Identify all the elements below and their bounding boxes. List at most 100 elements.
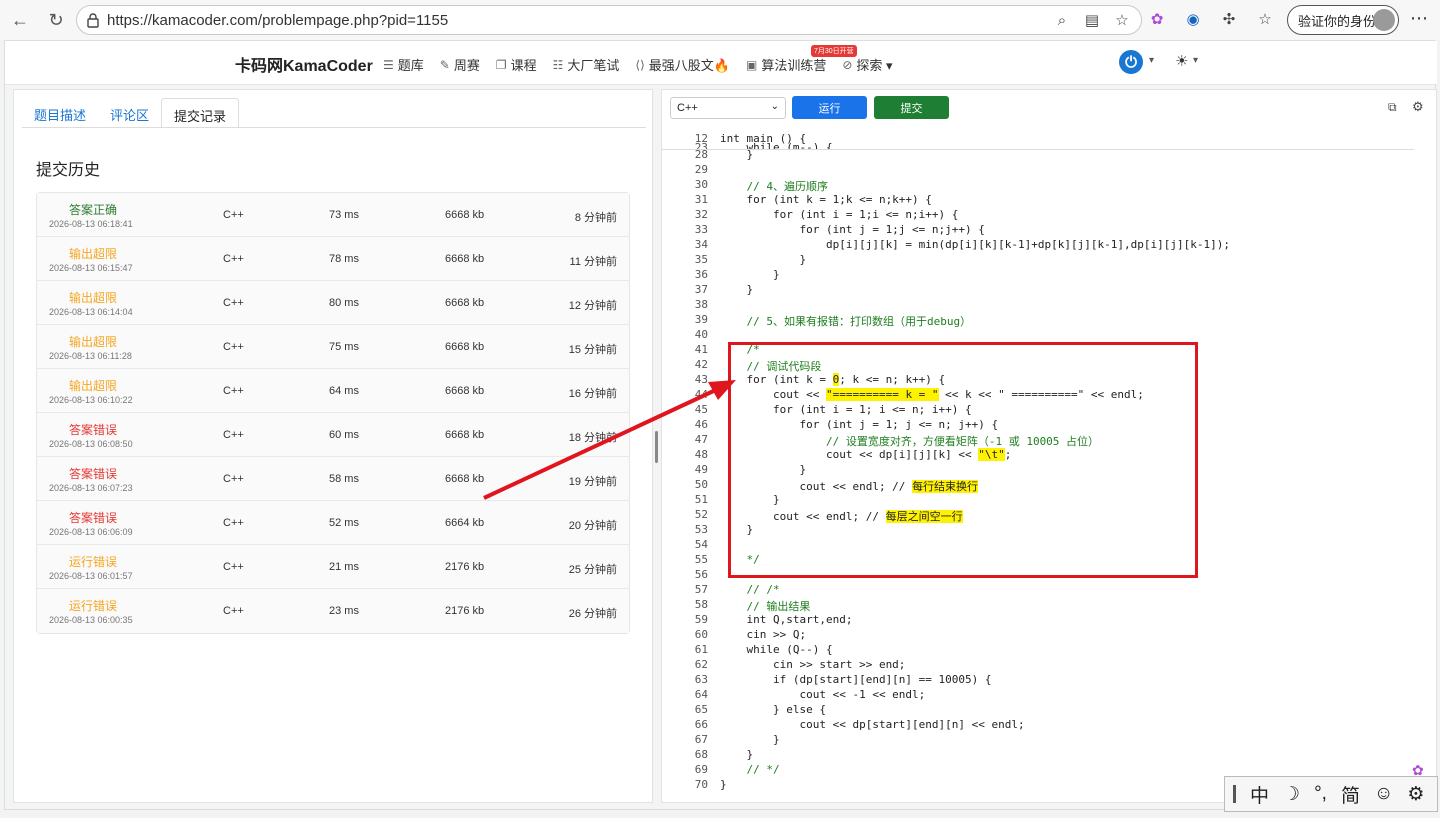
- browser-toolbar: ← ↻ https://kamacoder.com/problempage.ph…: [0, 0, 1440, 40]
- code-line[interactable]: dp[i][j][k] = min(dp[i][k][k-1]+dp[k][j]…: [720, 238, 1230, 251]
- settings-gear-icon[interactable]: ⚙: [1412, 99, 1424, 115]
- reader-icon[interactable]: ▤: [1083, 10, 1101, 30]
- status-badge[interactable]: 输出超限: [69, 289, 117, 306]
- code-line[interactable]: }: [720, 268, 780, 281]
- run-button[interactable]: 运行: [792, 96, 867, 119]
- annotation-box: [728, 342, 1198, 578]
- code-line[interactable]: int Q,start,end;: [720, 613, 852, 626]
- menu-item-explore[interactable]: ⊘ 探索 ▾: [842, 55, 892, 74]
- power-icon[interactable]: ⏻: [1119, 50, 1143, 74]
- zoom-icon[interactable]: ⌕: [1053, 10, 1071, 30]
- site-header: 卡码网KamaCoder ☰ 题库 ✎ 周赛 ❐ 课程 ☷ 大厂笔试 ⟨⟩ 最强八股文🔥 …: [5, 41, 1437, 85]
- code-line[interactable]: }: [720, 253, 806, 266]
- code-line[interactable]: while (Q--) {: [720, 643, 832, 656]
- menu-item-exams[interactable]: ☷ 大厂笔试: [553, 55, 620, 74]
- table-row[interactable]: 输出超限 2026-08-13 06:15:47 C++ 78 ms 6668 kb 11…: [37, 237, 629, 281]
- code-line[interactable]: // 4、遍历顺序: [720, 178, 828, 194]
- ime-handle[interactable]: [1233, 785, 1236, 803]
- table-row[interactable]: 答案错误 2026-08-13 06:07:23 C++ 58 ms 6668 kb 19…: [37, 457, 629, 501]
- code-line[interactable]: } else {: [720, 703, 826, 716]
- menu-item-courses[interactable]: ❐ 课程: [496, 55, 537, 74]
- code-line[interactable]: }: [720, 778, 727, 791]
- chevron-down-icon[interactable]: ▾: [1149, 55, 1154, 66]
- line-number: 48: [694, 448, 708, 461]
- table-row[interactable]: 输出超限 2026-08-13 06:14:04 C++ 80 ms 6668 kb 12…: [37, 281, 629, 325]
- ime-simplified[interactable]: 简: [1341, 781, 1360, 808]
- submit-time: 2026-08-13 06:18:41: [49, 219, 133, 229]
- theme-sun-icon[interactable]: ☀: [1175, 52, 1188, 70]
- submit-ago: 8 分钟前: [574, 212, 617, 224]
- table-row[interactable]: 输出超限 2026-08-13 06:11:28 C++ 75 ms 6668 kb 15…: [37, 325, 629, 369]
- ime-punctuation[interactable]: °,: [1314, 783, 1327, 805]
- status-badge[interactable]: 输出超限: [69, 377, 117, 394]
- submit-button[interactable]: 提交: [874, 96, 949, 119]
- status-badge[interactable]: 答案错误: [69, 509, 117, 526]
- code-line[interactable]: cout << dp[start][end][n] << endl;: [720, 718, 1024, 731]
- status-badge[interactable]: 运行错误: [69, 597, 117, 614]
- brain-extension-icon[interactable]: ✿: [1146, 7, 1168, 31]
- menu-item-interview[interactable]: ⟨⟩ 最强八股文🔥: [635, 55, 730, 74]
- panel-resize-handle[interactable]: [655, 431, 658, 463]
- line-number: 50: [694, 478, 708, 491]
- status-badge[interactable]: 输出超限: [69, 245, 117, 262]
- blue-extension-icon[interactable]: ◉: [1182, 7, 1204, 31]
- code-line[interactable]: }: [720, 748, 753, 761]
- tab-submissions[interactable]: 提交记录: [161, 98, 240, 128]
- ime-emoji-icon[interactable]: ☺: [1374, 783, 1393, 805]
- ime-settings-icon[interactable]: ⚙: [1407, 783, 1424, 806]
- table-row[interactable]: 答案错误 2026-08-13 06:08:50 C++ 60 ms 6668 kb 18…: [37, 413, 629, 457]
- code-line[interactable]: // 5、如果有报错：打印数组（用于debug）: [720, 313, 971, 329]
- status-badge[interactable]: 答案错误: [69, 465, 117, 482]
- status-badge[interactable]: 答案错误: [69, 421, 117, 438]
- table-row[interactable]: 运行错误 2026-08-13 06:01:57 C++ 21 ms 2176 kb 25…: [37, 545, 629, 589]
- more-menu-icon[interactable]: ⋯: [1410, 8, 1428, 29]
- table-row[interactable]: 运行错误 2026-08-13 06:00:35 C++ 23 ms 2176 kb 26…: [37, 589, 629, 633]
- status-badge[interactable]: 运行错误: [69, 553, 117, 570]
- fullscreen-icon[interactable]: ⧉: [1388, 100, 1397, 115]
- code-line[interactable]: // */: [720, 763, 779, 776]
- ime-chinese-mode[interactable]: 中: [1250, 781, 1269, 808]
- code-line[interactable]: if (dp[start][end][n] == 10005) {: [720, 673, 992, 686]
- status-badge[interactable]: 输出超限: [69, 333, 117, 350]
- brand-logo[interactable]: 卡码网KamaCoder: [235, 52, 373, 76]
- submit-time: 2026-08-13 06:14:04: [49, 307, 133, 317]
- submit-time: 2026-08-13 06:08:50: [49, 439, 133, 449]
- tab-comments[interactable]: 评论区: [98, 98, 161, 128]
- submit-time: 2026-08-13 06:11:28: [49, 351, 132, 361]
- code-line[interactable]: for (int k = 1;k <= n;k++) {: [720, 193, 931, 206]
- code-line[interactable]: for (int i = 1;i <= n;i++) {: [720, 208, 958, 221]
- line-number: 55: [694, 553, 708, 566]
- refresh-icon[interactable]: ↻: [42, 6, 70, 34]
- status-badge[interactable]: 答案正确: [69, 201, 117, 218]
- code-line[interactable]: // /*: [720, 583, 779, 596]
- language-select[interactable]: C++ ⌄: [670, 97, 786, 119]
- code-line[interactable]: for (int j = 1;j <= n;j++) {: [720, 223, 984, 236]
- menu-item-camp[interactable]: ▣ 算法训练营: [746, 55, 826, 74]
- profile-button[interactable]: 验证你的身份: [1287, 5, 1399, 35]
- submit-language: C++: [223, 561, 244, 573]
- table-row[interactable]: 输出超限 2026-08-13 06:10:22 C++ 64 ms 6668 kb 16…: [37, 369, 629, 413]
- chevron-down-icon[interactable]: ▾: [1193, 55, 1198, 66]
- favorites-icon[interactable]: ☆: [1254, 7, 1276, 31]
- code-line[interactable]: }: [720, 283, 753, 296]
- back-icon[interactable]: ←: [6, 6, 34, 34]
- code-line[interactable]: cout << -1 << endl;: [720, 688, 925, 701]
- tab-description[interactable]: 题目描述: [22, 98, 98, 128]
- favorite-star-icon[interactable]: ☆: [1113, 10, 1131, 30]
- table-row[interactable]: 答案正确 2026-08-13 06:18:41 C++ 73 ms 6668 kb 8 …: [37, 193, 629, 237]
- menu-item-problems[interactable]: ☰ 题库: [383, 55, 424, 74]
- code-line[interactable]: }: [720, 733, 780, 746]
- extensions-puzzle-icon[interactable]: ✣: [1218, 7, 1240, 31]
- ime-moon-icon[interactable]: ☽: [1283, 783, 1300, 806]
- tab-divider: [22, 127, 646, 128]
- menu-label: 大厂笔试: [567, 58, 620, 73]
- code-line[interactable]: cin >> start >> end;: [720, 658, 905, 671]
- code-line[interactable]: // 输出结果: [720, 598, 810, 614]
- table-row[interactable]: 答案错误 2026-08-13 06:06:09 C++ 52 ms 6664 kb 20…: [37, 501, 629, 545]
- menu-item-weekly[interactable]: ✎ 周赛: [440, 55, 480, 74]
- line-number: 70: [694, 778, 708, 791]
- code-line[interactable]: cin >> Q;: [720, 628, 806, 641]
- code-line[interactable]: }: [720, 148, 753, 161]
- address-bar[interactable]: https://kamacoder.com/problempage.php?pi…: [76, 5, 1142, 35]
- submit-time: 2026-08-13 06:00:35: [49, 615, 133, 625]
